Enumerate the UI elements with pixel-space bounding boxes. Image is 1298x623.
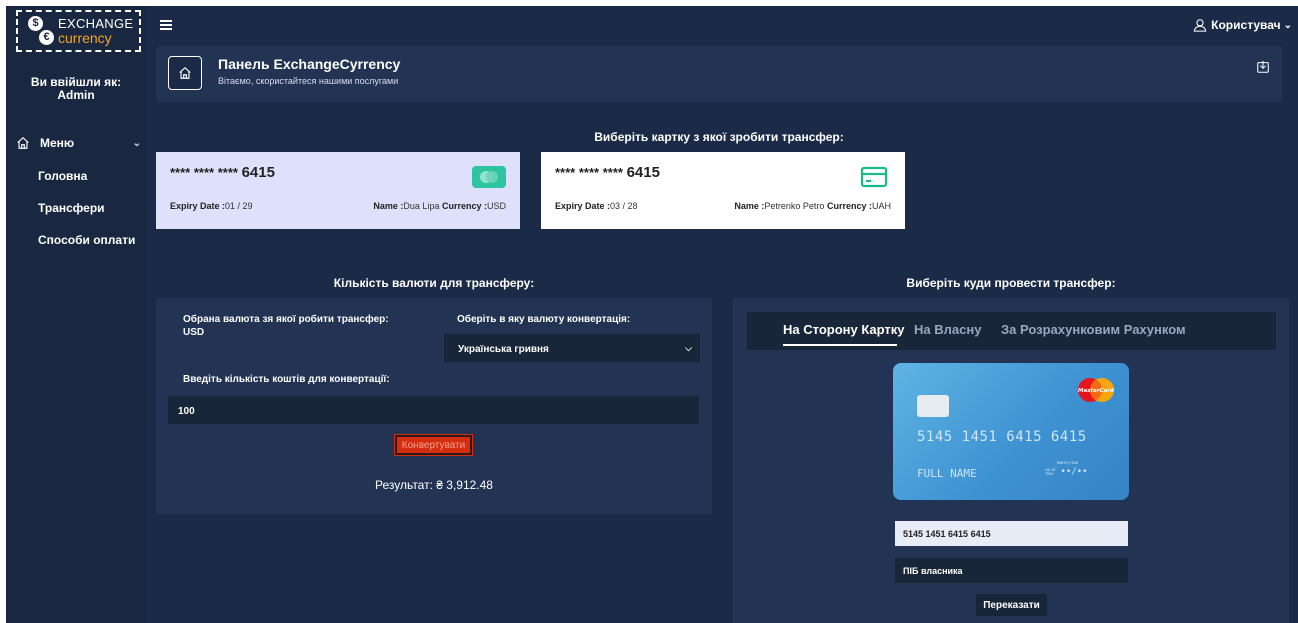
- active-tab-indicator: [783, 344, 897, 346]
- holder-name: Dua Lipa: [403, 201, 440, 211]
- conversion-result: Результат: ₴ 3,912.48: [375, 478, 493, 492]
- menu-label: Меню: [40, 136, 75, 150]
- logo-line2: currency: [58, 30, 112, 46]
- expiry-value: 01 / 29: [225, 201, 253, 211]
- tab-own-card[interactable]: На Власну: [914, 322, 981, 337]
- mastercard-icon: [472, 166, 506, 188]
- source-card-usd[interactable]: **** **** **** 6415 Expiry Date :01 / 29…: [156, 152, 520, 229]
- name-label: Name :: [373, 201, 404, 211]
- card-preview: MasterCard 5145 1451 6415 6415 FULL NAME…: [893, 363, 1129, 500]
- target-currency-selected: Українська гривня: [458, 344, 549, 355]
- login-info: Ви ввійшли як: Admin: [6, 76, 146, 102]
- user-menu[interactable]: Користувач ⌄: [1193, 18, 1292, 32]
- card-section-title: Виберіть картку з якої зробити трансфер:: [594, 130, 844, 144]
- tab-other-card[interactable]: На Сторону Картку: [783, 322, 905, 337]
- convert-button[interactable]: Конвертувати: [394, 434, 473, 456]
- currency-label: Currency :: [826, 201, 872, 211]
- card-preview-brand: MasterCard: [1078, 388, 1114, 394]
- home-icon: [179, 66, 191, 79]
- top-bar: Користувач ⌄: [146, 6, 1298, 46]
- card-chip-icon: [917, 395, 949, 417]
- page-header: Панель ExchangeCyrrency Вітаємо, скорист…: [156, 46, 1282, 102]
- download-icon[interactable]: [1256, 60, 1270, 74]
- chevron-down-icon: ⌵: [685, 343, 692, 353]
- card-number-input[interactable]: 5145 1451 6415 6415: [895, 521, 1128, 546]
- tab-settlement-account[interactable]: За Розрахунковим Рахунком: [1001, 322, 1186, 337]
- sidebar-item-transfers[interactable]: Трансфери: [38, 201, 105, 215]
- target-currency-select[interactable]: Українська гривня ⌵: [444, 334, 700, 362]
- credit-card-icon: [857, 166, 891, 188]
- page-title: Панель ExchangeCyrrency: [218, 56, 401, 72]
- exchange-logo-icon: $ €: [26, 14, 56, 48]
- currency-value: USD: [486, 201, 506, 211]
- target-currency-label: Оберіть в яку валюту конвертація:: [457, 314, 631, 325]
- page-subtitle: Вітаємо, скористайтеся нашими послугами: [218, 76, 399, 86]
- name-label: Name :: [734, 201, 765, 211]
- sidebar-item-payment-methods[interactable]: Способи оплати: [38, 233, 135, 247]
- chevron-down-icon: ⌄: [132, 137, 141, 149]
- card-last4: 6415: [241, 164, 275, 181]
- card-preview-expiry-value: ••/••: [1060, 467, 1088, 477]
- converter-title: Кількість валюти для трансферу:: [333, 276, 535, 290]
- chevron-down-icon: ⌄: [1283, 19, 1292, 31]
- amount-input[interactable]: 100: [168, 396, 699, 424]
- card-preview-valid-caption: VALID THRU: [1045, 467, 1056, 476]
- source-currency-value: USD: [183, 327, 205, 338]
- transfer-button[interactable]: Переказати: [976, 594, 1047, 616]
- holder-name: Petrenko Petro: [764, 201, 825, 211]
- logo-line1: EXCHANGE: [58, 16, 134, 31]
- sidebar: $ € EXCHANGE currency Ви ввійшли як: Adm…: [6, 6, 146, 623]
- card-preview-expiry-caption: MONTH/YEAR: [1057, 461, 1079, 465]
- menu-toggle[interactable]: Меню ⌄: [16, 136, 141, 150]
- home-button[interactable]: [168, 56, 202, 90]
- expiry-value: 03 / 28: [610, 201, 638, 211]
- source-card-uah[interactable]: **** **** **** 6415 Expiry Date :03 / 28…: [541, 152, 905, 229]
- mastercard-logo-icon: MasterCard: [1078, 378, 1114, 402]
- currency-label: Currency :: [441, 201, 487, 211]
- login-user: Admin: [57, 88, 95, 102]
- destination-tabs: На Сторону Картку На Власну За Розрахунк…: [747, 312, 1276, 350]
- owner-name-input[interactable]: ПІБ власника: [895, 558, 1128, 583]
- hamburger-menu-icon[interactable]: [160, 20, 172, 30]
- app-logo[interactable]: $ € EXCHANGE currency: [16, 10, 141, 52]
- expiry-label: Expiry Date :: [555, 201, 611, 211]
- sidebar-item-home[interactable]: Головна: [38, 169, 87, 183]
- card-preview-number: 5145 1451 6415 6415: [917, 429, 1087, 445]
- home-icon: [17, 136, 29, 149]
- destination-panel: На Сторону Картку На Власну За Розрахунк…: [733, 298, 1289, 623]
- amount-label: Введіть кількість коштів для конвертації…: [183, 374, 390, 385]
- destination-title: Виберіть куди провести трансфер:: [906, 276, 1116, 290]
- user-label: Користувач: [1211, 18, 1281, 32]
- card-masked: **** **** ****: [170, 165, 238, 180]
- card-masked: **** **** ****: [555, 165, 623, 180]
- card-preview-name: FULL NAME: [917, 467, 977, 480]
- converter-panel: Обрана валюта зя якої робити трансфер: U…: [156, 298, 712, 514]
- card-last4: 6415: [626, 164, 660, 181]
- source-currency-label: Обрана валюта зя якої робити трансфер:: [183, 314, 389, 325]
- expiry-label: Expiry Date :: [170, 201, 226, 211]
- card-preview-expiry: MONTH/YEAR VALID THRU ••/••: [1045, 461, 1088, 477]
- user-icon: [1193, 19, 1207, 32]
- currency-value: UAH: [871, 201, 891, 211]
